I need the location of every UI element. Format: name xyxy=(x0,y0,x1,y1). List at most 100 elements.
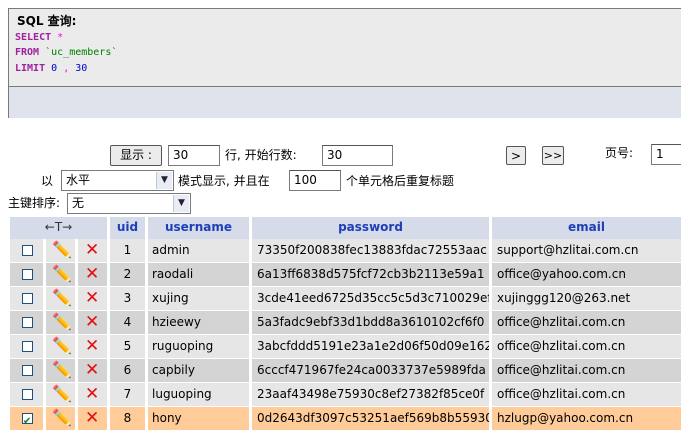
row-select-cell xyxy=(10,407,44,430)
pencil-icon[interactable]: ✏️ xyxy=(52,385,72,403)
delete-icon[interactable]: ✕ xyxy=(85,312,99,332)
row-delete-cell: ✕ xyxy=(78,359,108,382)
display-in-label: 以 xyxy=(41,174,54,188)
row-edit-cell: ✏️ xyxy=(46,239,76,262)
column-header-email[interactable]: email xyxy=(492,217,681,239)
start-row-input[interactable]: 30 xyxy=(322,145,393,166)
delete-icon[interactable]: ✕ xyxy=(85,360,99,380)
rows-label: 行, 开始行数: xyxy=(225,148,297,162)
row-checkbox[interactable] xyxy=(22,389,33,400)
row-edit-cell: ✏️ xyxy=(46,383,76,406)
pencil-icon[interactable]: ✏️ xyxy=(52,289,72,307)
cell-username: luguoping xyxy=(148,383,250,406)
cell-uid: 8 xyxy=(110,407,146,430)
row-checkbox[interactable] xyxy=(22,341,33,352)
delete-icon[interactable]: ✕ xyxy=(85,408,99,428)
cell-uid: 4 xyxy=(110,311,146,334)
rows-count-input[interactable]: 30 xyxy=(168,145,220,166)
row-select-cell xyxy=(10,335,44,358)
table-row[interactable]: ✏️ ✕ 3 xujing 3cde41eed6725d35cc5c5d3c710029… xyxy=(8,287,681,310)
row-checkbox[interactable] xyxy=(22,269,33,280)
last-page-button[interactable]: >> xyxy=(542,146,564,165)
table-row[interactable]: ✏️ ✕ 5 ruguoping 3abcfddd5191e23a1e2d06f50d0… xyxy=(8,335,681,358)
column-header-password[interactable]: password xyxy=(252,217,490,239)
cell-uid: 7 xyxy=(110,383,146,406)
row-delete-cell: ✕ xyxy=(78,383,108,406)
display-mode-label: 模式显示, 并且在 xyxy=(178,174,270,188)
row-select-cell xyxy=(10,239,44,262)
primary-key-sort-select[interactable]: 无 ▼ xyxy=(67,193,191,214)
row-checkbox[interactable] xyxy=(22,317,33,328)
pencil-icon[interactable]: ✏️ xyxy=(52,361,72,379)
next-page-button[interactable]: > xyxy=(506,146,526,165)
cell-email: office@yahoo.com.cn xyxy=(492,263,681,286)
chevron-down-icon: ▼ xyxy=(173,195,189,212)
cell-password: 73350f200838fec13883fdac72553aac xyxy=(252,239,490,262)
sql-table-name: `uc_members` xyxy=(45,47,118,58)
row-delete-cell: ✕ xyxy=(78,287,108,310)
sql-line-limit: LIMIT 0 , 30 xyxy=(15,63,87,74)
cell-email: support@hzlitai.com.cn xyxy=(492,239,681,262)
table-row[interactable]: ✏️ ✕ 8hony0d2643df3097c53251aef569b8b55930… xyxy=(8,407,681,430)
cell-username: hzieewy xyxy=(148,311,250,334)
pencil-icon[interactable]: ✏️ xyxy=(52,409,72,427)
delete-icon[interactable]: ✕ xyxy=(85,384,99,404)
cell-username: hony xyxy=(148,407,250,430)
sql-limit-count: 30 xyxy=(75,63,88,74)
row-delete-cell: ✕ xyxy=(78,335,108,358)
repeat-header-input[interactable]: 100 xyxy=(289,170,341,191)
delete-icon[interactable]: ✕ xyxy=(85,240,99,260)
column-header-uid[interactable]: uid xyxy=(110,217,146,239)
sql-limit-separator: , xyxy=(63,63,70,74)
sql-select-keyword: SELECT xyxy=(15,32,52,43)
page-number-label: 页号: xyxy=(605,146,634,160)
display-mode-select[interactable]: 水平 ▼ xyxy=(61,170,174,191)
cell-uid: 5 xyxy=(110,335,146,358)
display-mode-value: 水平 xyxy=(66,173,91,187)
cell-uid: 3 xyxy=(110,287,146,310)
row-checkbox[interactable] xyxy=(22,245,33,256)
row-checkbox[interactable] xyxy=(22,293,33,304)
column-header-username[interactable]: username xyxy=(148,217,250,239)
chevron-down-icon: ▼ xyxy=(156,172,172,189)
row-edit-cell: ✏️ xyxy=(46,311,76,334)
cell-password: 6a13ff6838d575fcf72cb3b2113e59a1 xyxy=(252,263,490,286)
row-edit-cell: ✏️ xyxy=(46,407,76,430)
page-number-select[interactable]: 1 xyxy=(651,144,681,165)
cell-email: office@hzlitai.com.cn xyxy=(492,311,681,334)
sort-label: 主键排序: xyxy=(8,196,61,210)
delete-icon[interactable]: ✕ xyxy=(85,336,99,356)
sql-line-select: SELECT * xyxy=(15,32,63,43)
row-select-cell xyxy=(10,359,44,382)
row-select-cell xyxy=(10,383,44,406)
column-arrows-header[interactable]: ←T→ xyxy=(10,217,108,239)
pencil-icon[interactable]: ✏️ xyxy=(52,313,72,331)
cell-email: office@hzlitai.com.cn xyxy=(492,359,681,382)
cell-username: capbily xyxy=(148,359,250,382)
table-row[interactable]: ✏️ ✕ 6 capbily 6cccf471967fe24ca0033737e5989… xyxy=(8,359,681,382)
row-checkbox[interactable] xyxy=(22,365,33,376)
cell-password: 6cccf471967fe24ca0033737e5989fda xyxy=(252,359,490,382)
table-row[interactable]: ✏️ ✕ 4 hzieewy 5a3fadc9ebf33d1bdd8a3610102cf… xyxy=(8,311,681,334)
pencil-icon[interactable]: ✏️ xyxy=(52,241,72,259)
row-delete-cell: ✕ xyxy=(78,311,108,334)
table-row[interactable]: ✏️ ✕ 2 raodali 6a13ff6838d575fcf72cb3b2113e5… xyxy=(8,263,681,286)
pencil-icon[interactable]: ✏️ xyxy=(52,337,72,355)
cell-password: 23aaf43498e75930c8ef27382f85ce0f xyxy=(252,383,490,406)
row-select-cell xyxy=(10,311,44,334)
row-checkbox[interactable] xyxy=(22,410,33,430)
cell-email: hzlugp@yahoo.com.cn xyxy=(492,407,681,430)
row-edit-cell: ✏️ xyxy=(46,335,76,358)
delete-icon[interactable]: ✕ xyxy=(85,264,99,284)
show-button[interactable]: 显示 : xyxy=(110,145,162,166)
cell-email: xujinggg120@263.net xyxy=(492,287,681,310)
delete-icon[interactable]: ✕ xyxy=(85,288,99,308)
table-row[interactable]: ✏️ ✕ 1 admin 73350f200838fec13883fdac72553aa… xyxy=(8,239,681,262)
sql-limit-offset: 0 xyxy=(51,63,58,74)
pencil-icon[interactable]: ✏️ xyxy=(52,265,72,283)
row-edit-cell: ✏️ xyxy=(46,263,76,286)
table-row[interactable]: ✏️ ✕ 7 luguoping 23aaf43498e75930c8ef27382f8… xyxy=(8,383,681,406)
row-edit-cell: ✏️ xyxy=(46,287,76,310)
cell-uid: 6 xyxy=(110,359,146,382)
sql-limit-keyword: LIMIT xyxy=(15,63,46,74)
